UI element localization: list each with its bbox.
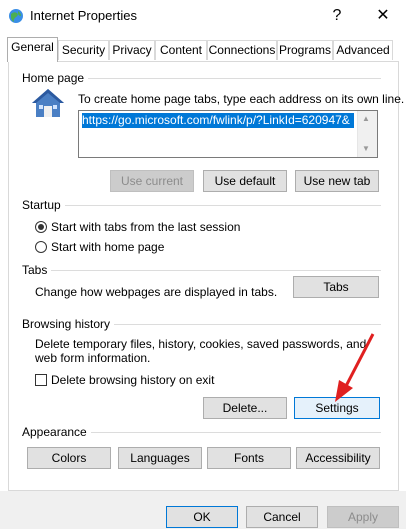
close-button[interactable]: ✕ (360, 0, 406, 32)
tab-security[interactable]: Security (58, 40, 109, 60)
browsing-history-description: Delete temporary files, history, cookies… (35, 337, 367, 365)
url-scrollbar[interactable]: ▲ ▼ (357, 111, 377, 157)
tab-programs[interactable]: Programs (277, 40, 333, 60)
tab-content[interactable]: Content (155, 40, 207, 60)
fonts-button[interactable]: Fonts (207, 447, 291, 469)
tabs-divider (24, 270, 381, 271)
browsing-history-label: Browsing history (22, 317, 115, 331)
startup-radio-home[interactable] (35, 241, 47, 253)
appearance-label: Appearance (22, 425, 91, 439)
use-new-tab-button[interactable]: Use new tab (295, 170, 379, 192)
colors-button[interactable]: Colors (27, 447, 111, 469)
delete-on-exit-label[interactable]: Delete browsing history on exit (51, 373, 214, 387)
ok-button[interactable]: OK (166, 506, 238, 528)
delete-button[interactable]: Delete... (203, 397, 287, 419)
tabs-button[interactable]: Tabs (293, 276, 379, 298)
tab-privacy[interactable]: Privacy (109, 40, 155, 60)
radio-selected-dot (38, 224, 44, 230)
use-current-button[interactable]: Use current (110, 170, 194, 192)
apply-button[interactable]: Apply (327, 506, 399, 528)
window-title: Internet Properties (30, 8, 137, 23)
title-bar: Internet Properties ? ✕ (0, 0, 406, 32)
tabs-description: Change how webpages are displayed in tab… (35, 285, 278, 299)
cancel-button[interactable]: Cancel (246, 506, 318, 528)
internet-globe-icon (9, 9, 23, 23)
tab-general[interactable]: General (7, 37, 58, 62)
scroll-down-icon[interactable]: ▼ (362, 144, 370, 153)
help-button[interactable]: ? (314, 0, 360, 32)
languages-button[interactable]: Languages (118, 447, 202, 469)
home-page-url-text[interactable]: https://go.microsoft.com/fwlink/p/?LinkI… (82, 113, 354, 128)
startup-radio-tabs[interactable] (35, 221, 47, 233)
annotation-arrow-icon (335, 333, 375, 402)
home-page-label: Home page (22, 71, 89, 85)
startup-option-home-label[interactable]: Start with home page (51, 240, 164, 254)
tab-connections[interactable]: Connections (207, 40, 277, 60)
startup-divider (24, 205, 381, 206)
use-default-button[interactable]: Use default (203, 170, 287, 192)
tabs-group-label: Tabs (22, 263, 52, 277)
startup-label: Startup (22, 198, 65, 212)
scroll-up-icon[interactable]: ▲ (362, 114, 370, 123)
house-icon (32, 89, 64, 117)
tab-advanced[interactable]: Advanced (333, 40, 393, 60)
delete-on-exit-checkbox[interactable] (35, 374, 47, 386)
home-page-instruction: To create home page tabs, type each addr… (78, 92, 405, 106)
startup-option-tabs-label[interactable]: Start with tabs from the last session (51, 220, 240, 234)
accessibility-button[interactable]: Accessibility (296, 447, 380, 469)
